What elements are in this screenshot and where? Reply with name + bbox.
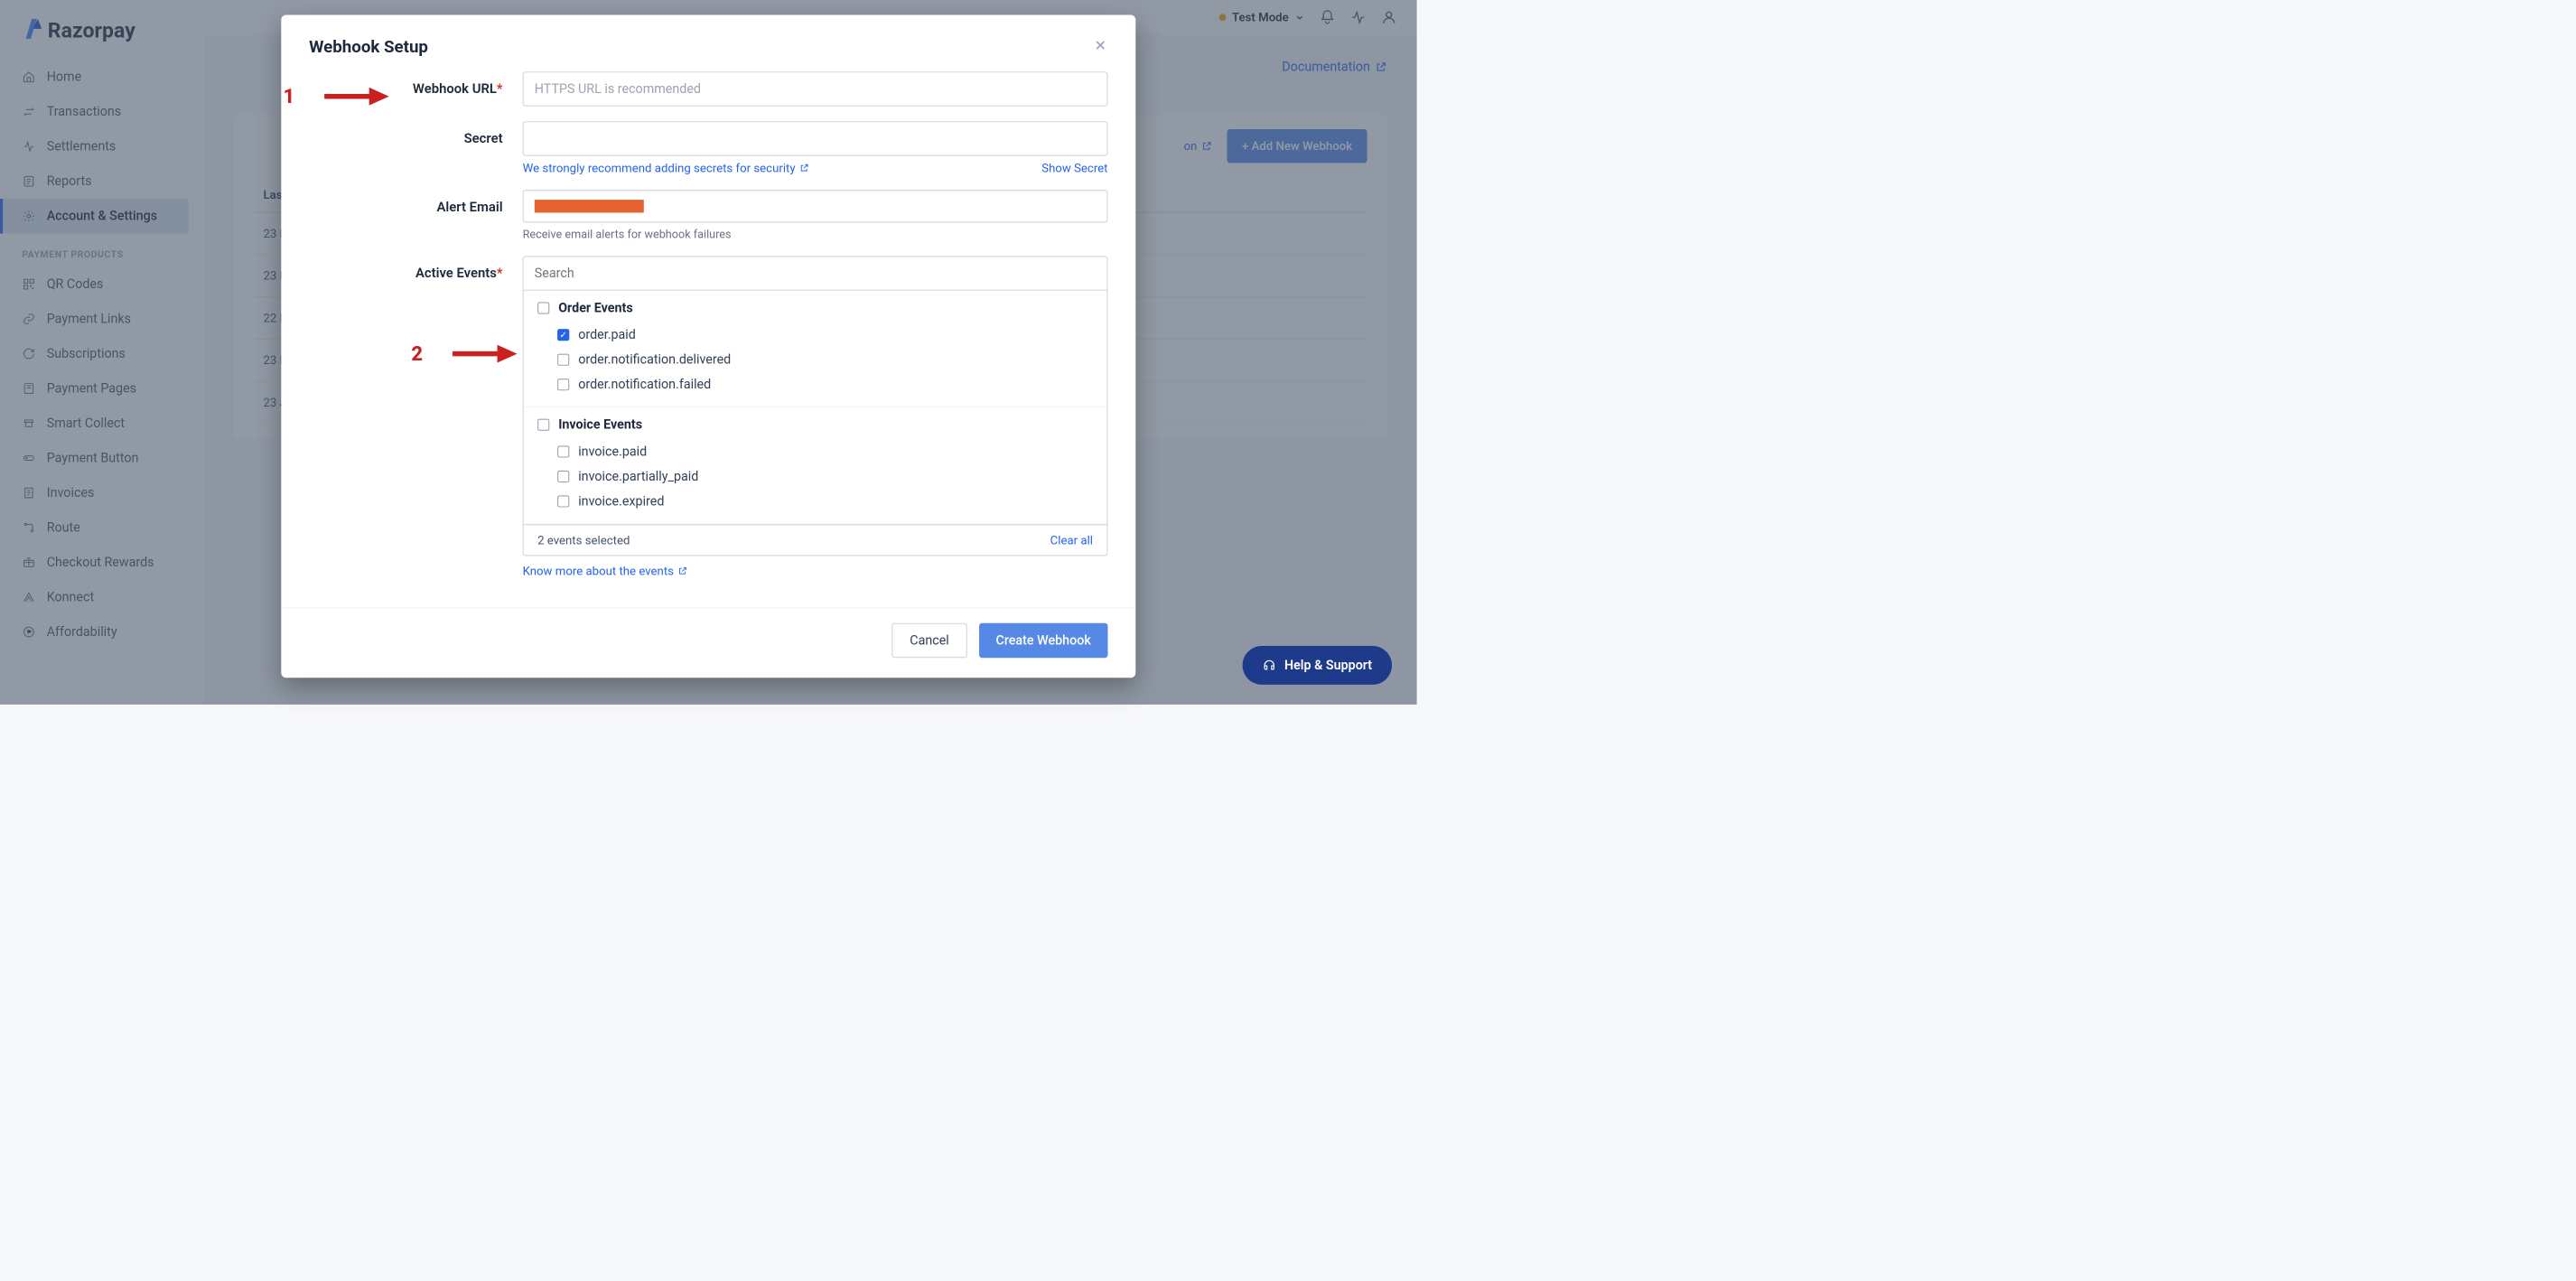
alert-email-label: Alert Email xyxy=(309,190,523,215)
webhook-setup-modal: Webhook Setup Webhook URL* Secret We str… xyxy=(281,15,1135,678)
show-secret-toggle[interactable]: Show Secret xyxy=(1041,161,1107,174)
events-selector: Order Events✓order.paidorder.notificatio… xyxy=(523,256,1108,556)
event-item[interactable]: ✓order.paid xyxy=(537,323,1093,348)
event-item[interactable]: order.notification.failed xyxy=(537,372,1093,397)
secret-input[interactable] xyxy=(523,121,1108,156)
events-search-input[interactable] xyxy=(524,257,1107,290)
event-group: Order Events✓order.paidorder.notificatio… xyxy=(524,291,1107,407)
modal-overlay: Webhook Setup Webhook URL* Secret We str… xyxy=(0,0,1417,705)
event-item[interactable]: order.notification.delivered xyxy=(537,347,1093,372)
event-group: Invoice Events invoice.paidinvoice.partia… xyxy=(524,407,1107,524)
checkbox-icon[interactable] xyxy=(557,495,569,507)
external-link-icon xyxy=(677,566,687,575)
checkbox-icon[interactable]: ✓ xyxy=(557,329,569,341)
event-item[interactable]: invoice.partially_paid xyxy=(537,464,1093,490)
webhook-url-input[interactable] xyxy=(523,71,1108,107)
secret-recommendation-link[interactable]: We strongly recommend adding secrets for… xyxy=(523,161,809,174)
modal-title: Webhook Setup xyxy=(309,37,428,57)
checkbox-icon[interactable] xyxy=(557,471,569,482)
event-group-header[interactable]: Invoice Events xyxy=(537,417,1093,433)
secret-label: Secret xyxy=(309,121,523,146)
event-group-header[interactable]: Order Events xyxy=(537,301,1093,316)
alert-email-input[interactable] xyxy=(523,190,1108,222)
cancel-button[interactable]: Cancel xyxy=(891,623,966,659)
checkbox-icon[interactable] xyxy=(557,379,569,390)
checkbox-icon[interactable] xyxy=(537,302,549,313)
checkbox-icon[interactable] xyxy=(537,419,549,431)
checkbox-icon[interactable] xyxy=(557,445,569,457)
redacted-email xyxy=(535,200,644,212)
clear-all-link[interactable]: Clear all xyxy=(1050,533,1093,547)
selected-count: 2 events selected xyxy=(537,533,630,547)
headset-icon xyxy=(1263,659,1276,672)
active-events-label: Active Events* xyxy=(309,256,523,281)
event-item[interactable]: invoice.paid xyxy=(537,439,1093,464)
know-more-link[interactable]: Know more about the events xyxy=(523,564,688,577)
help-support-button[interactable]: Help & Support xyxy=(1243,646,1392,685)
email-hint: Receive email alerts for webhook failure… xyxy=(523,228,1108,241)
close-icon xyxy=(1093,38,1108,53)
close-modal-button[interactable] xyxy=(1093,38,1108,56)
checkbox-icon[interactable] xyxy=(557,354,569,366)
webhook-url-label: Webhook URL* xyxy=(309,71,523,97)
external-link-icon xyxy=(799,163,809,173)
event-item[interactable]: invoice.expired xyxy=(537,489,1093,514)
create-webhook-button[interactable]: Create Webhook xyxy=(979,623,1108,659)
